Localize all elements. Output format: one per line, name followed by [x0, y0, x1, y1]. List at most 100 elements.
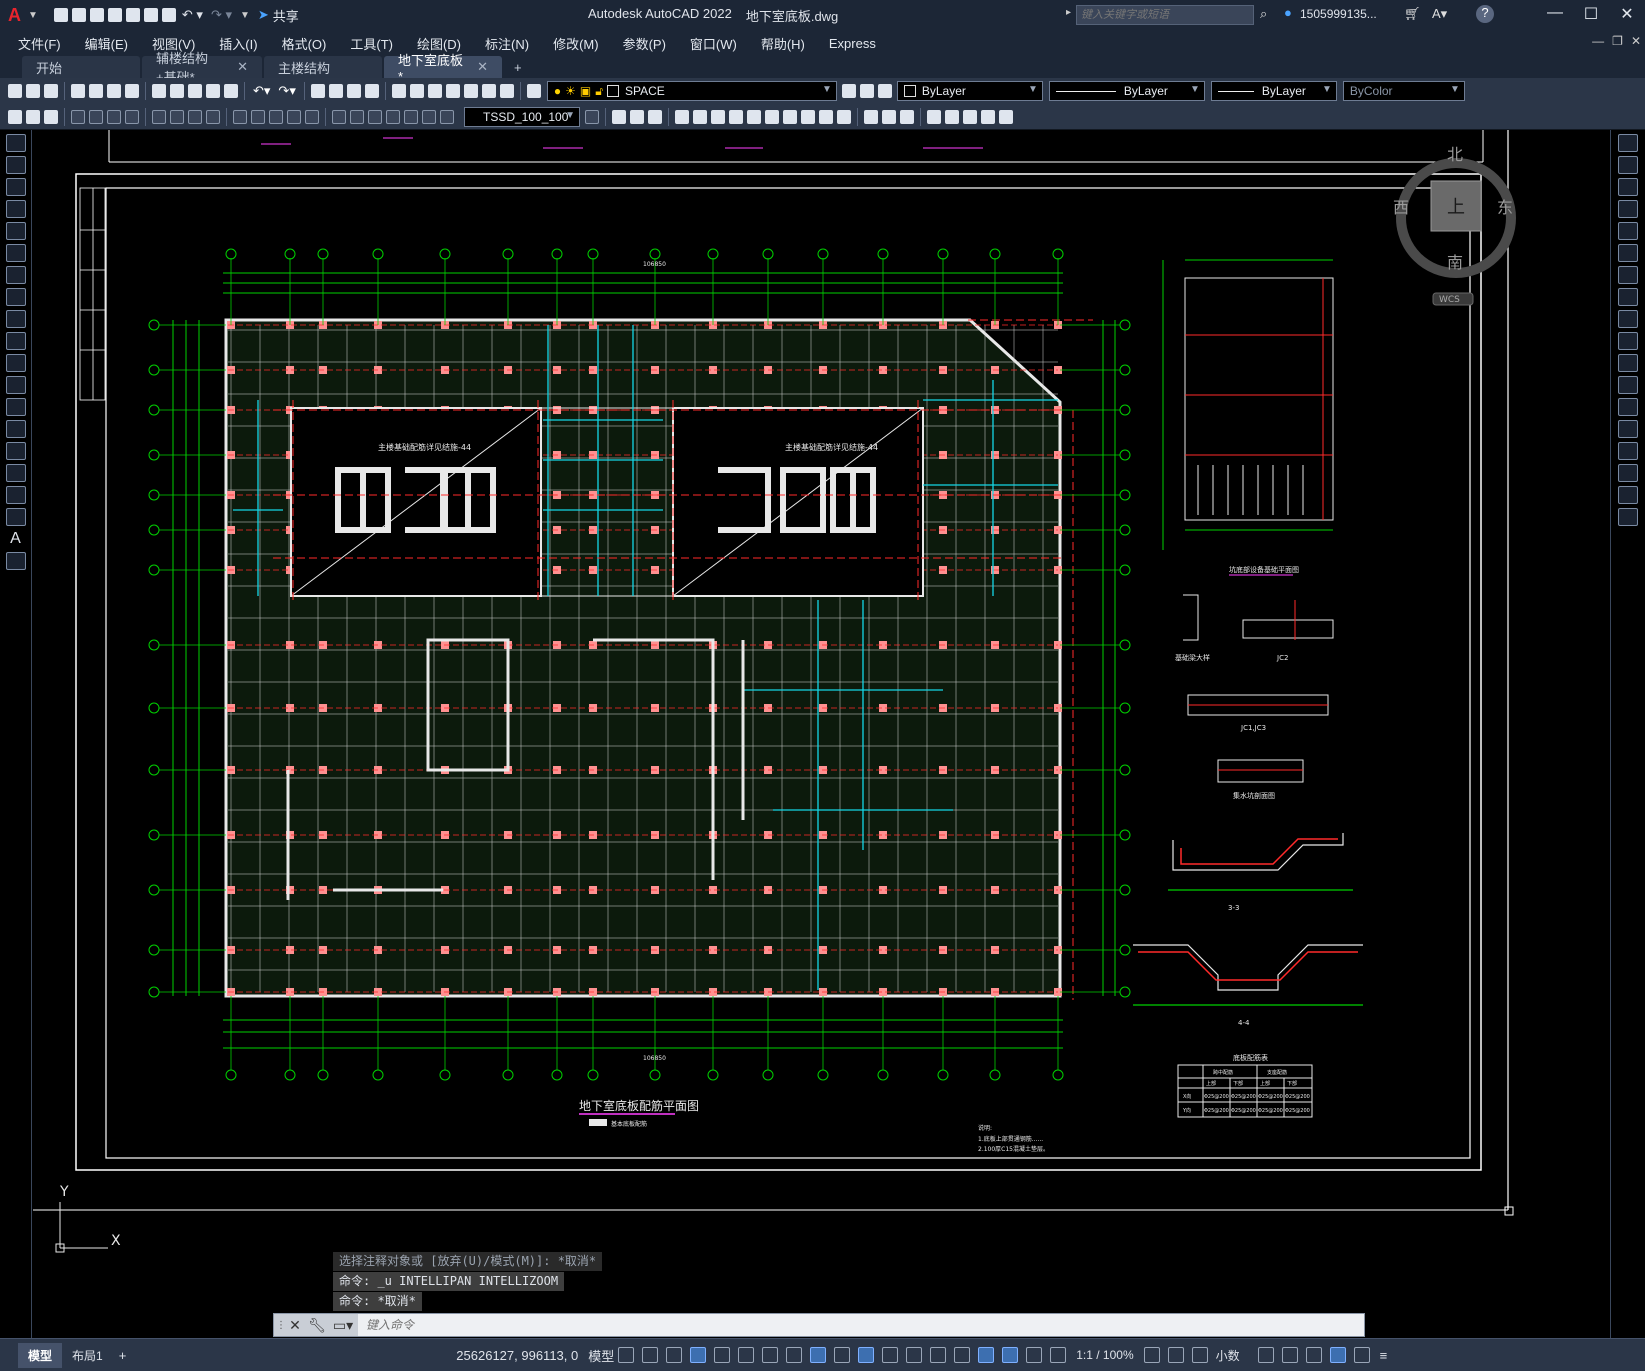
polygon-icon[interactable] [5, 200, 26, 218]
radius-dim-icon[interactable] [152, 109, 166, 124]
object-snap-tracking-icon[interactable] [786, 1347, 803, 1363]
grip-handle-icon[interactable]: ⋮ [276, 1320, 286, 1331]
new-tab-button[interactable]: + [504, 56, 532, 78]
move-icon[interactable] [1618, 244, 1638, 262]
share-button[interactable]: 共享 [273, 6, 299, 25]
expand-search-icon[interactable]: ▸ [1066, 7, 1071, 18]
zoom-realtime-icon[interactable] [328, 84, 343, 98]
minimize-icon[interactable]: — [1537, 4, 1573, 24]
rotate-icon[interactable] [729, 109, 743, 124]
rectangle-icon[interactable] [5, 222, 26, 240]
customization-menu-icon[interactable]: ≡ [1380, 1348, 1388, 1363]
lineweight-dropdown[interactable]: ByLayer ▼ [1210, 81, 1337, 101]
units-icon[interactable] [1191, 1347, 1208, 1363]
join-icon[interactable] [1618, 420, 1638, 438]
save-icon[interactable] [89, 8, 104, 22]
scale-icon[interactable] [747, 109, 761, 124]
recent-commands-icon[interactable]: ▭▾ [328, 1317, 358, 1334]
jogged-linear-icon[interactable] [386, 109, 400, 124]
tool-palettes-icon[interactable] [427, 84, 442, 98]
dim-text-edit-icon[interactable] [422, 109, 436, 124]
publish-icon[interactable] [107, 84, 121, 98]
make-block-icon[interactable] [5, 398, 26, 416]
offset-icon[interactable] [675, 109, 689, 124]
new-file-icon[interactable] [53, 8, 68, 22]
polar-tracking-icon[interactable] [738, 1347, 755, 1363]
join-icon[interactable] [837, 109, 851, 124]
jogged-dim-icon[interactable] [170, 109, 184, 124]
gizmo-icon[interactable] [978, 1347, 995, 1363]
ellipse-icon[interactable] [5, 332, 26, 350]
dynamic-input-icon[interactable] [690, 1347, 707, 1363]
baseline-dim-icon[interactable] [251, 109, 265, 124]
lineweight-icon[interactable] [834, 1347, 851, 1363]
annotation-monitor-icon[interactable] [1167, 1347, 1184, 1363]
add-layout-icon[interactable]: + [119, 1348, 127, 1363]
command-input[interactable] [358, 1314, 1364, 1336]
doc-minimize-icon[interactable]: — [1592, 34, 1604, 48]
rotate-icon[interactable] [1618, 266, 1638, 284]
open-file-icon[interactable] [71, 8, 86, 22]
layer-properties-icon[interactable] [526, 84, 541, 98]
table-icon[interactable] [5, 508, 26, 526]
chamfer-icon[interactable] [1618, 442, 1638, 460]
dim-style-icon[interactable] [585, 109, 599, 124]
viewcube-north[interactable]: 北 [1447, 145, 1463, 164]
tab-basement-slab[interactable]: 地下室底板* ✕ [384, 53, 502, 84]
autodesk-app-icon[interactable]: A▾ [1432, 6, 1447, 22]
point-icon[interactable] [963, 109, 977, 124]
search-input[interactable] [1076, 5, 1254, 25]
maximize-icon[interactable]: ☐ [1573, 4, 1609, 24]
tab-start[interactable]: 开始 [22, 56, 140, 78]
array-icon[interactable] [693, 109, 707, 124]
region-icon[interactable] [5, 486, 26, 504]
gradient-icon[interactable] [999, 109, 1013, 124]
help-icon[interactable]: ? [1476, 5, 1494, 23]
open-icon[interactable] [26, 84, 40, 98]
doc-close-icon[interactable]: ✕ [1631, 34, 1641, 48]
redo-icon[interactable]: ↷ ▾ [211, 7, 232, 23]
break-at-point-icon[interactable] [1618, 376, 1638, 394]
extend-icon[interactable] [801, 109, 815, 124]
scale-icon[interactable] [1618, 288, 1638, 306]
menu-express[interactable]: Express [817, 36, 888, 51]
selection-cycling-icon[interactable] [882, 1347, 899, 1363]
annotation-scale-icon[interactable] [1050, 1347, 1067, 1363]
tab-layout1[interactable]: 布局1 [62, 1343, 113, 1368]
menu-format[interactable]: 格式(O) [270, 34, 339, 53]
layer-previous-icon[interactable] [859, 84, 874, 98]
close-icon[interactable]: ✕ [284, 1317, 306, 1334]
gradient-icon[interactable] [5, 464, 26, 482]
zoom-window-icon[interactable] [346, 84, 361, 98]
tolerance-icon[interactable] [332, 109, 346, 124]
copy-icon[interactable] [1618, 156, 1638, 174]
undo-icon[interactable]: ↶▾ [253, 83, 270, 99]
dim-edit-icon[interactable] [404, 109, 418, 124]
autocad-logo-icon[interactable]: A [8, 5, 28, 26]
customize-wrench-icon[interactable]: 🔧︎ [306, 1317, 328, 1334]
blend-curves-icon[interactable] [1618, 486, 1638, 504]
layer-dropdown[interactable]: ● ☀ ▣ 🔓︎ SPACE ▼ [546, 81, 837, 101]
copy-object-icon[interactable] [630, 109, 644, 124]
3d-osnap-icon[interactable] [906, 1347, 923, 1363]
menu-dimension[interactable]: 标注(N) [473, 34, 541, 53]
plotstyle-dropdown[interactable]: ByColor ▼ [1342, 81, 1465, 101]
aligned-dim-icon[interactable] [89, 109, 103, 124]
linetype-dropdown[interactable]: ByLayer ▼ [1048, 81, 1205, 101]
move-icon[interactable] [711, 109, 725, 124]
ellipse-arc-icon[interactable] [5, 354, 26, 372]
quick-access-dropdown-icon[interactable]: ▼ [240, 10, 250, 21]
viewcube-south[interactable]: 南 [1447, 253, 1463, 272]
revision-cloud-icon[interactable] [5, 288, 26, 306]
model-space-toggle[interactable]: 模型 [588, 1346, 614, 1365]
snap-icon[interactable] [642, 1347, 659, 1363]
tab-close-icon[interactable]: ✕ [477, 59, 488, 75]
help-icon[interactable] [499, 84, 514, 98]
lock-ui-icon[interactable] [1281, 1347, 1298, 1363]
make-block-icon[interactable] [945, 109, 959, 124]
match-prop-icon[interactable] [206, 84, 220, 98]
dim-update-icon[interactable] [440, 109, 454, 124]
extend-icon[interactable] [1618, 354, 1638, 372]
layer-state-icon[interactable] [877, 84, 892, 98]
inspection-icon[interactable] [368, 109, 382, 124]
